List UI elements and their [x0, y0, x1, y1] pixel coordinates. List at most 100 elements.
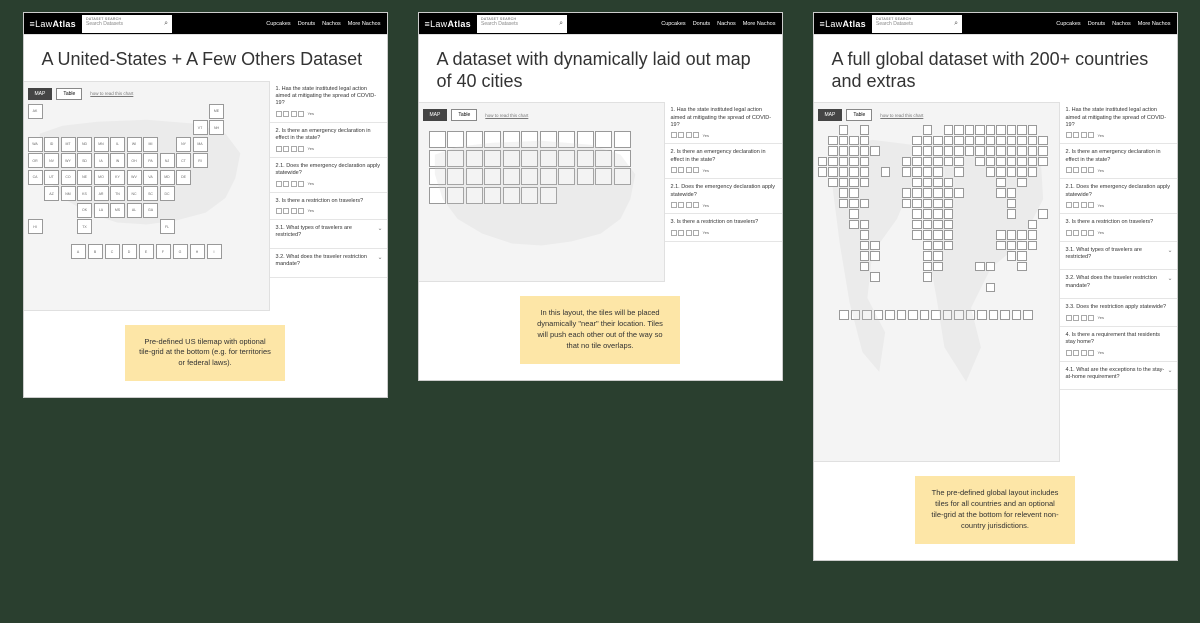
country-tile[interactable] [912, 157, 922, 167]
answer-option[interactable] [298, 181, 304, 187]
country-tile[interactable] [849, 157, 859, 167]
country-tile[interactable] [975, 262, 985, 272]
country-tile[interactable] [912, 230, 922, 240]
country-tile[interactable] [986, 157, 996, 167]
answer-option[interactable] [1073, 167, 1079, 173]
answer-option[interactable] [276, 208, 282, 214]
search-icon[interactable]: ⌕ [559, 20, 563, 28]
logo[interactable]: ≡LawAtlas [820, 19, 867, 29]
country-tile[interactable] [849, 178, 859, 188]
chevron-down-icon[interactable]: ⌄ [1167, 275, 1172, 282]
answer-option[interactable] [1088, 132, 1094, 138]
answer-option[interactable] [1066, 315, 1072, 321]
answer-option[interactable] [671, 132, 677, 138]
search-icon[interactable]: ⌕ [954, 20, 958, 28]
answer-option[interactable] [276, 181, 282, 187]
country-tile[interactable] [1017, 262, 1027, 272]
country-tile[interactable] [923, 209, 933, 219]
answer-option[interactable] [686, 230, 692, 236]
country-tile[interactable] [1017, 241, 1027, 251]
state-tile[interactable]: MT [61, 137, 76, 152]
country-tile[interactable] [1007, 241, 1017, 251]
state-tile[interactable]: NJ [160, 153, 175, 168]
state-tile[interactable]: TN [110, 186, 125, 201]
answer-option[interactable] [678, 132, 684, 138]
answer-option[interactable] [276, 146, 282, 152]
nav-more-nachos[interactable]: More Nachos [1138, 21, 1171, 27]
country-tile[interactable] [923, 136, 933, 146]
state-tile[interactable]: AZ [44, 186, 59, 201]
country-tile[interactable] [1028, 125, 1038, 135]
state-tile[interactable]: WY [61, 153, 76, 168]
country-tile[interactable] [954, 136, 964, 146]
answer-option[interactable] [291, 208, 297, 214]
state-tile[interactable]: AK [28, 104, 43, 119]
state-tile[interactable]: ND [77, 137, 92, 152]
country-tile[interactable] [933, 178, 943, 188]
country-tile[interactable] [933, 146, 943, 156]
country-tile[interactable] [933, 251, 943, 261]
state-tile[interactable]: MO [94, 170, 109, 185]
country-tile[interactable] [849, 220, 859, 230]
logo[interactable]: ≡LawAtlas [425, 19, 472, 29]
country-tile[interactable] [1017, 230, 1027, 240]
state-tile[interactable]: WV [127, 170, 142, 185]
tab-map[interactable]: MAP [423, 109, 448, 121]
state-tile[interactable]: AR [94, 186, 109, 201]
country-tile[interactable] [1007, 167, 1017, 177]
state-tile[interactable]: CA [28, 170, 43, 185]
country-tile[interactable] [870, 146, 880, 156]
answer-option[interactable] [291, 181, 297, 187]
country-tile[interactable] [1007, 125, 1017, 135]
country-tile[interactable] [1007, 230, 1017, 240]
country-tile[interactable] [923, 230, 933, 240]
country-tile[interactable] [881, 167, 891, 177]
country-tile[interactable] [944, 230, 954, 240]
country-tile[interactable] [986, 125, 996, 135]
nav-cupcakes[interactable]: Cupcakes [1056, 21, 1080, 27]
state-tile[interactable]: KY [110, 170, 125, 185]
country-tile[interactable] [933, 209, 943, 219]
chevron-down-icon[interactable]: ⌄ [1167, 247, 1172, 254]
question-item[interactable]: 3. Is there a restriction on travelers?Y… [665, 214, 782, 241]
country-tile[interactable] [923, 220, 933, 230]
country-tile[interactable] [996, 188, 1006, 198]
state-tile[interactable]: KS [77, 186, 92, 201]
answer-option[interactable] [298, 146, 304, 152]
country-tile[interactable] [1007, 251, 1017, 261]
country-tile[interactable] [828, 157, 838, 167]
country-tile[interactable] [923, 199, 933, 209]
question-item[interactable]: 3.3. Does the restriction apply statewid… [1060, 299, 1177, 326]
country-tile[interactable] [1007, 157, 1017, 167]
answer-option[interactable] [291, 111, 297, 117]
country-tile[interactable] [839, 125, 849, 135]
country-tile[interactable] [923, 146, 933, 156]
country-tile[interactable] [954, 157, 964, 167]
country-tile[interactable] [860, 262, 870, 272]
country-tile[interactable] [912, 136, 922, 146]
country-tile[interactable] [975, 146, 985, 156]
nav-more-nachos[interactable]: More Nachos [743, 21, 776, 27]
country-tile[interactable] [860, 178, 870, 188]
country-tile[interactable] [828, 136, 838, 146]
country-tile[interactable] [828, 146, 838, 156]
country-tile[interactable] [839, 146, 849, 156]
country-tile[interactable] [860, 251, 870, 261]
country-tile[interactable] [944, 146, 954, 156]
country-tile[interactable] [1038, 157, 1048, 167]
answer-option[interactable] [1081, 350, 1087, 356]
country-tile[interactable] [954, 146, 964, 156]
answer-option[interactable] [1073, 202, 1079, 208]
country-tile[interactable] [849, 209, 859, 219]
country-tile[interactable] [933, 199, 943, 209]
state-tile[interactable]: IN [110, 153, 125, 168]
state-tile[interactable]: ID [44, 137, 59, 152]
country-tile[interactable] [986, 283, 996, 293]
state-tile[interactable]: MA [193, 137, 208, 152]
state-tile[interactable]: NH [209, 120, 224, 135]
country-tile[interactable] [839, 136, 849, 146]
country-tile[interactable] [996, 178, 1006, 188]
country-tile[interactable] [839, 167, 849, 177]
country-tile[interactable] [912, 220, 922, 230]
answer-option[interactable] [678, 167, 684, 173]
